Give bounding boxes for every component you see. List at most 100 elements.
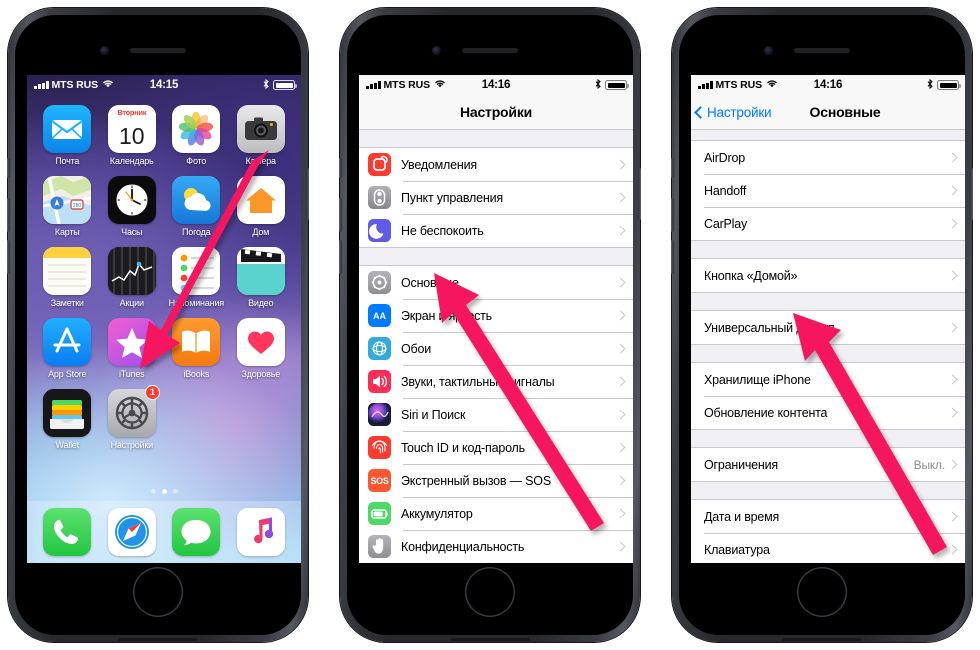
siri-icon [368, 403, 391, 426]
safari-compass-icon[interactable] [107, 508, 156, 556]
settings-list[interactable]: Уведомления Пункт управления Не беспокои [359, 130, 633, 563]
row-background-refresh[interactable]: Обновление контента [691, 396, 965, 429]
row-keyboard[interactable]: Клавиатура [691, 533, 965, 563]
row-iphone-storage[interactable]: Хранилище iPhone [691, 363, 965, 396]
app-maps[interactable]: 280 Карты [35, 176, 100, 237]
videos-icon [236, 247, 285, 295]
front-camera-icon [100, 46, 109, 55]
power-button[interactable] [970, 168, 973, 220]
home-button[interactable] [797, 567, 847, 617]
row-airdrop[interactable]: AirDrop [691, 141, 965, 174]
display-brightness-icon: AA [368, 304, 391, 327]
row-carplay[interactable]: CarPlay [691, 207, 965, 240]
row-label: Кнопка «Домой» [704, 268, 798, 283]
volume-up-button[interactable] [339, 198, 342, 232]
row-control-center[interactable]: Пункт управления [359, 181, 633, 214]
row-general[interactable]: Основные [359, 266, 633, 299]
power-button[interactable] [638, 168, 641, 220]
status-bar: MTS RUS 14:16 [691, 75, 965, 95]
app-health[interactable]: Здоровье [229, 318, 294, 379]
general-group-2: Кнопка «Домой» [691, 258, 965, 293]
messages-icon[interactable] [172, 508, 221, 556]
general-list[interactable]: AirDrop Handoff CarPlay Кнопка «Домой» У… [691, 130, 965, 563]
music-note-icon[interactable] [236, 508, 285, 556]
home-button[interactable] [133, 567, 183, 617]
mute-switch[interactable] [671, 158, 674, 178]
row-label: Аккумулятор [401, 506, 473, 521]
app-notes[interactable]: Заметки [35, 247, 100, 308]
app-label: Карты [54, 227, 80, 237]
app-calendar[interactable]: Вторник 10 Календарь [100, 105, 165, 166]
app-label: Здоровье [241, 369, 281, 379]
front-camera-icon [432, 46, 441, 55]
row-sounds[interactable]: Звуки, тактильные сигналы [359, 365, 633, 398]
battery-icon [605, 80, 629, 90]
app-itunes-store[interactable]: iTunes [100, 318, 165, 379]
home-button[interactable] [465, 567, 515, 617]
chevron-right-icon [615, 409, 626, 420]
app-home[interactable]: Дом [229, 176, 294, 237]
row-notifications[interactable]: Уведомления [359, 148, 633, 181]
row-emergency-sos[interactable]: SOS Экстренный вызов — SOS [359, 464, 633, 497]
page-dot-active[interactable] [161, 489, 167, 494]
app-appstore[interactable]: App Store [35, 318, 100, 379]
app-wallet[interactable]: Wallet [35, 389, 100, 450]
chevron-right-icon [615, 508, 626, 519]
row-display-brightness[interactable]: AA Экран и яркость [359, 299, 633, 332]
app-clock[interactable]: Часы [100, 176, 165, 237]
volume-up-button[interactable] [671, 198, 674, 232]
row-touch-id[interactable]: Touch ID и код-пароль [359, 431, 633, 464]
wallet-icon [43, 389, 92, 437]
notes-icon [43, 247, 92, 295]
screen-settings-root[interactable]: MTS RUS 14:16 Настройки Уведомления Пунк… [359, 75, 633, 563]
row-value: Выкл. [913, 457, 946, 472]
app-photos[interactable]: Фото [164, 105, 229, 166]
app-ibooks[interactable]: iBooks [164, 318, 229, 379]
mute-switch[interactable] [7, 158, 10, 178]
row-handoff[interactable]: Handoff [691, 174, 965, 207]
screenshot-stage: MTS RUS 14:15 Почта Вторник 10 Календарь… [0, 0, 980, 650]
row-accessibility[interactable]: Универсальный доступ [691, 311, 965, 344]
page-dot[interactable] [172, 489, 178, 494]
row-battery[interactable]: Аккумулятор [359, 497, 633, 530]
bluetooth-icon [263, 78, 269, 92]
phone-icon[interactable] [43, 508, 92, 556]
app-label: Напоминания [168, 298, 224, 308]
power-button[interactable] [306, 168, 309, 220]
chevron-right-icon [615, 310, 626, 321]
row-date-time[interactable]: Дата и время [691, 500, 965, 533]
app-mail[interactable]: Почта [35, 105, 100, 166]
row-restrictions[interactable]: Ограничения Выкл. [691, 448, 965, 481]
mute-switch[interactable] [339, 158, 342, 178]
battery-icon [368, 502, 391, 525]
sos-icon: SOS [368, 469, 391, 492]
app-camera[interactable]: Камера [229, 105, 294, 166]
app-weather[interactable]: Погода [164, 176, 229, 237]
row-home-button[interactable]: Кнопка «Домой» [691, 259, 965, 292]
app-reminders[interactable]: Напоминания [164, 247, 229, 308]
app-icon-grid: Почта Вторник 10 Календарь Фото Камера 2… [27, 99, 301, 450]
page-indicator[interactable] [27, 489, 301, 501]
row-privacy[interactable]: Конфиденциальность [359, 530, 633, 563]
phone-settings-general: MTS RUS 14:16 Настройки Основные AirDrop… [671, 8, 973, 642]
list-gap [359, 248, 633, 265]
page-dot[interactable] [150, 489, 156, 494]
row-wallpaper[interactable]: Обои [359, 332, 633, 365]
row-do-not-disturb[interactable]: Не беспокоить [359, 214, 633, 247]
volume-down-button[interactable] [671, 240, 674, 274]
app-videos[interactable]: Видео [229, 247, 294, 308]
photos-icon [172, 105, 221, 153]
screen-settings-general[interactable]: MTS RUS 14:16 Настройки Основные AirDrop… [691, 75, 965, 563]
volume-down-button[interactable] [7, 240, 10, 274]
row-siri-search[interactable]: Siri и Поиск [359, 398, 633, 431]
general-settings-app: MTS RUS 14:16 Настройки Основные AirDrop… [691, 75, 965, 563]
privacy-hand-icon [368, 535, 391, 558]
calendar-day: 10 [118, 122, 145, 149]
app-settings[interactable]: 1 Настройки [100, 385, 165, 450]
app-label: Почта [55, 156, 80, 166]
app-label: Заметки [50, 298, 84, 308]
volume-up-button[interactable] [7, 198, 10, 232]
screen-home[interactable]: MTS RUS 14:15 Почта Вторник 10 Календарь… [27, 75, 301, 563]
app-stocks[interactable]: Акции [100, 247, 165, 308]
volume-down-button[interactable] [339, 240, 342, 274]
